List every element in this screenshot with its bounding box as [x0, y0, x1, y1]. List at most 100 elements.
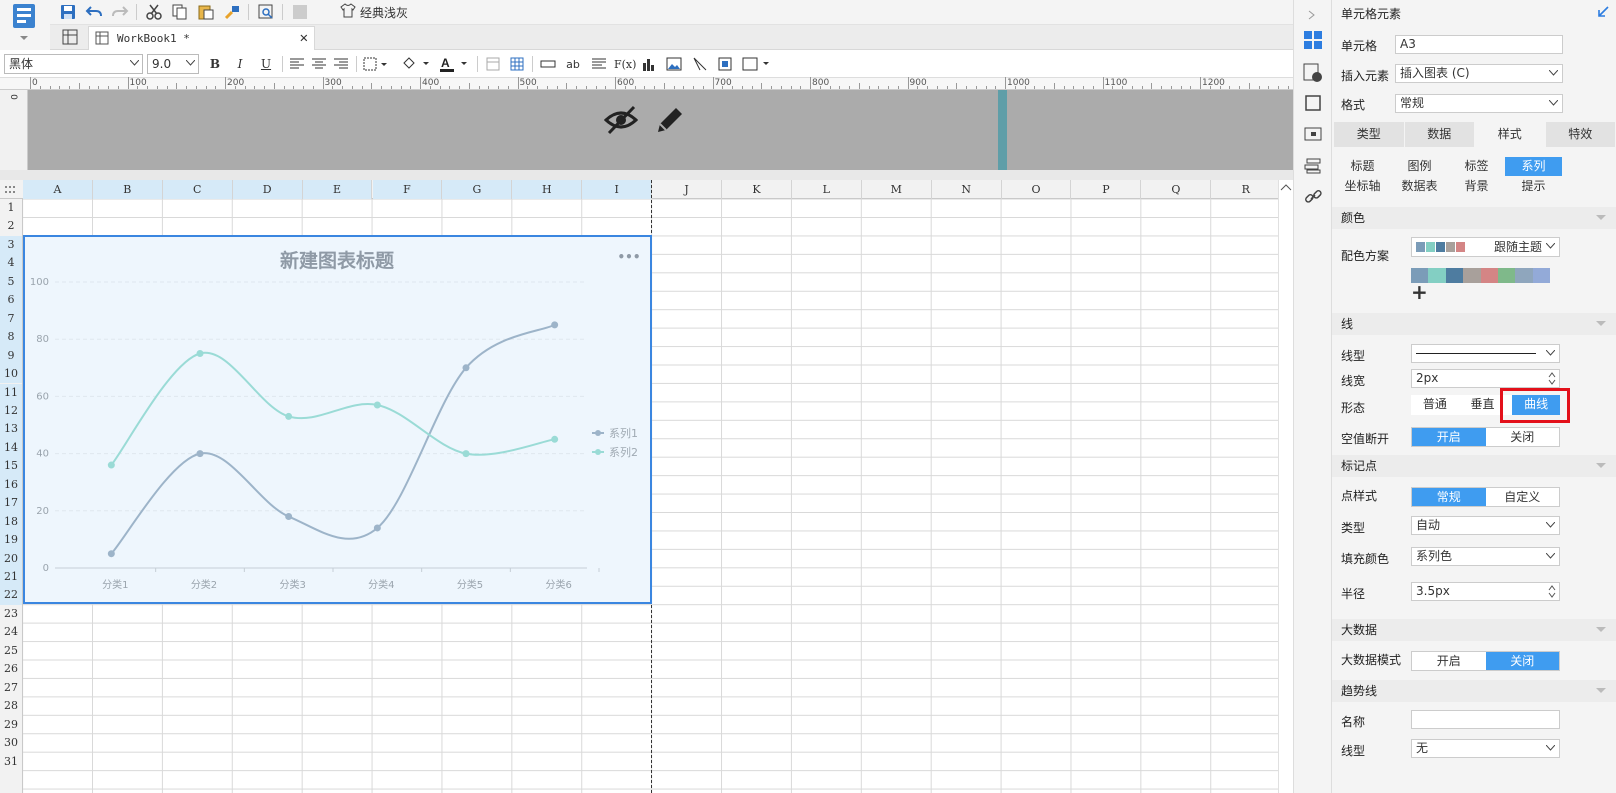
cell-element-panel-icon[interactable] — [1303, 30, 1323, 53]
subtab-background[interactable]: 背景 — [1448, 177, 1505, 196]
scheme-swatch[interactable] — [1428, 268, 1446, 283]
section-bigdata[interactable]: 大数据 — [1332, 619, 1616, 641]
formula-button[interactable]: F(x) — [614, 55, 636, 73]
chart-icon[interactable] — [641, 55, 657, 73]
font-color-icon[interactable]: A — [439, 55, 469, 73]
border-icon[interactable] — [363, 55, 389, 73]
row-header-28[interactable]: 28 — [0, 697, 22, 715]
hidden-eye-icon[interactable] — [603, 104, 639, 139]
section-marker[interactable]: 标记点 — [1332, 455, 1616, 477]
row-header-13[interactable]: 13 — [0, 420, 22, 439]
tab-style[interactable]: 样式 — [1475, 122, 1546, 147]
column-header-J[interactable]: J — [652, 180, 722, 199]
row-header-24[interactable]: 24 — [0, 623, 22, 641]
row-header-25[interactable]: 25 — [0, 642, 22, 660]
frame-icon[interactable] — [742, 55, 772, 73]
scheme-swatch[interactable] — [1463, 268, 1481, 283]
format-painter-icon[interactable] — [222, 3, 242, 21]
row-header-1[interactable]: 1 — [0, 199, 22, 217]
table-icon[interactable] — [509, 55, 525, 73]
vertical-scrollbar[interactable] — [1278, 180, 1293, 793]
row-header-9[interactable]: 9 — [0, 346, 22, 366]
row-header-27[interactable]: 27 — [0, 679, 22, 697]
cell-element-icon[interactable] — [717, 55, 733, 73]
radius-field[interactable]: 3.5px — [1411, 582, 1560, 601]
template-icon[interactable] — [290, 3, 310, 21]
theme-button[interactable]: 经典浅灰 — [340, 3, 408, 21]
row-header-19[interactable]: 19 — [0, 531, 22, 550]
app-menu-button[interactable] — [0, 0, 50, 50]
scheme-select[interactable]: 跟随主题 — [1411, 237, 1560, 257]
section-trendline[interactable]: 趋势线 — [1332, 680, 1616, 702]
scheme-swatch[interactable] — [1497, 268, 1516, 283]
redo-icon[interactable] — [110, 3, 130, 21]
bold-button[interactable]: B — [207, 55, 223, 73]
column-header-M[interactable]: M — [862, 180, 932, 199]
null-break-off[interactable]: 关闭 — [1486, 428, 1560, 446]
column-header-P[interactable]: P — [1072, 180, 1142, 199]
underline-button[interactable]: U — [258, 55, 274, 73]
cell-attr-icon[interactable] — [1303, 63, 1323, 86]
pencil-icon[interactable] — [654, 104, 686, 139]
row-header-22[interactable]: 22 — [0, 586, 22, 605]
row-header-2[interactable]: 2 — [0, 217, 22, 235]
subtab-tooltip[interactable]: 提示 — [1505, 177, 1562, 196]
cell-field[interactable]: A3 — [1395, 35, 1563, 54]
widget-icon[interactable] — [1304, 94, 1322, 115]
row-header-8[interactable]: 8 — [0, 328, 22, 347]
tab-type[interactable]: 类型 — [1334, 122, 1405, 147]
align-right-icon[interactable] — [333, 55, 349, 73]
marker-style-custom[interactable]: 自定义 — [1486, 488, 1560, 506]
align-center-icon[interactable] — [311, 55, 327, 73]
scheme-swatch[interactable] — [1532, 268, 1551, 283]
stepper-icon[interactable] — [1548, 584, 1556, 599]
marker-style-normal[interactable]: 常规 — [1412, 488, 1486, 506]
scheme-swatches[interactable] — [1411, 268, 1551, 283]
slash-icon[interactable] — [692, 55, 708, 73]
shape-normal[interactable]: 普通 — [1411, 395, 1459, 415]
row-header-23[interactable]: 23 — [0, 605, 22, 623]
save-icon[interactable] — [58, 3, 78, 21]
row-header-6[interactable]: 6 — [0, 291, 22, 310]
tab-effect[interactable]: 特效 — [1546, 122, 1616, 147]
font-name-select[interactable]: 黑体 — [4, 54, 143, 74]
link-icon[interactable] — [1304, 188, 1322, 209]
row-header-20[interactable]: 20 — [0, 549, 22, 568]
tab-data[interactable]: 数据 — [1405, 122, 1475, 147]
row-header-11[interactable]: 11 — [0, 383, 22, 402]
column-header-B[interactable]: B — [92, 180, 163, 199]
bigdata-on[interactable]: 开启 — [1412, 652, 1486, 670]
row-header-7[interactable]: 7 — [0, 309, 22, 329]
grid-home-icon[interactable] — [62, 29, 78, 48]
row-header-4[interactable]: 4 — [0, 254, 22, 273]
subtab-legend[interactable]: 图例 — [1391, 157, 1448, 176]
scheme-swatch[interactable] — [1515, 268, 1533, 283]
tab-workbook1[interactable]: WorkBook1 * ✕ — [88, 26, 315, 50]
link-cell-icon[interactable] — [540, 55, 556, 73]
section-line[interactable]: 线 — [1332, 313, 1616, 335]
section-color[interactable]: 颜色 — [1332, 207, 1616, 229]
line-type-select[interactable] — [1411, 344, 1560, 363]
align-left-icon[interactable] — [289, 55, 305, 73]
line-width-field[interactable]: 2px — [1411, 369, 1560, 388]
column-header-F[interactable]: F — [372, 180, 443, 199]
row-header-18[interactable]: 18 — [0, 512, 22, 532]
row-header-15[interactable]: 15 — [0, 457, 22, 476]
fill-color-icon[interactable] — [401, 55, 431, 73]
subtab-title[interactable]: 标题 — [1334, 157, 1391, 176]
column-header-N[interactable]: N — [932, 180, 1002, 199]
row-header-10[interactable]: 10 — [0, 365, 22, 384]
layers-icon[interactable] — [1304, 157, 1322, 178]
collapse-panel-icon[interactable] — [1596, 5, 1610, 19]
scheme-swatch[interactable] — [1480, 268, 1498, 283]
popup-icon[interactable] — [1304, 125, 1322, 146]
column-header-L[interactable]: L — [792, 180, 862, 199]
row-header-17[interactable]: 17 — [0, 494, 22, 513]
column-header-O[interactable]: O — [1002, 180, 1072, 199]
select-all-icon[interactable] — [4, 184, 16, 198]
row-header-30[interactable]: 30 — [0, 734, 22, 752]
merge-cells-icon[interactable] — [485, 55, 501, 73]
row-header-31[interactable]: 31 — [0, 753, 22, 771]
bigdata-off[interactable]: 关闭 — [1485, 652, 1559, 670]
scroll-up-icon[interactable] — [1280, 183, 1292, 191]
